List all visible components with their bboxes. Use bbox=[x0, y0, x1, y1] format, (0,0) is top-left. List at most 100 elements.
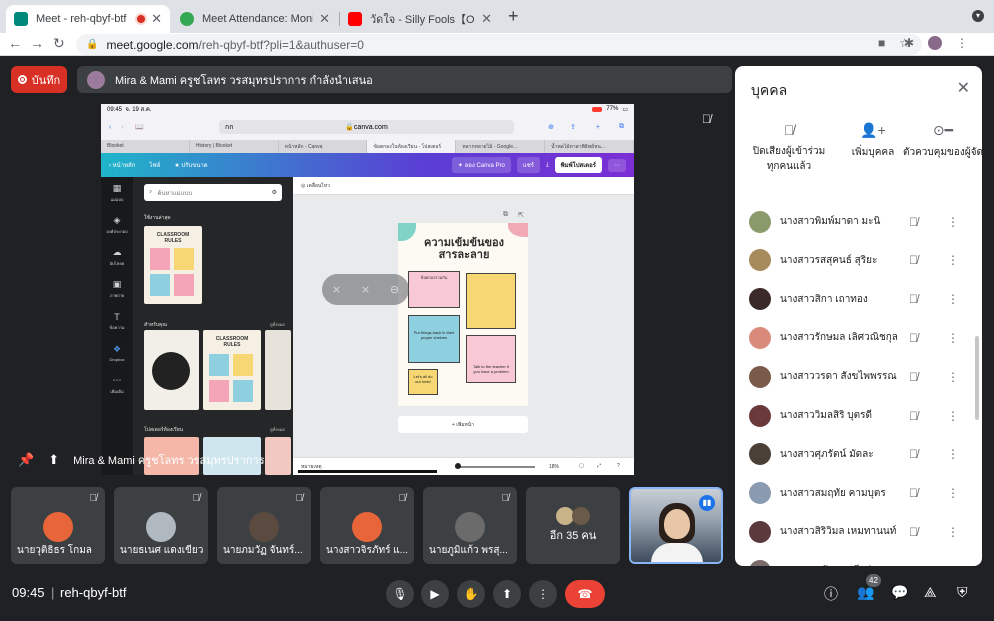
canva-resize-menu[interactable]: ★ ปรับขนาด bbox=[174, 160, 207, 170]
safari-tab[interactable]: Blooket bbox=[101, 140, 190, 153]
poster-title[interactable]: ความเข้มข้นของสารละลาย bbox=[416, 237, 512, 261]
participant-tile[interactable]: 🎙̸ นางสาวจิรภัทร์ แ... bbox=[320, 487, 414, 564]
new-tab-icon[interactable]: + bbox=[508, 6, 519, 27]
participant-tile[interactable]: 🎙̸ นายธเนศ แดงเขียว bbox=[114, 487, 208, 564]
reader-aa[interactable]: กก bbox=[225, 122, 233, 133]
add-page-button[interactable]: + เพิ่มหน้า bbox=[398, 416, 528, 433]
tabs-icon[interactable]: ⧉ bbox=[619, 123, 624, 131]
canva-share-button[interactable]: แชร์ bbox=[516, 157, 540, 173]
recording-badge[interactable]: บันทึก bbox=[11, 66, 67, 93]
close-icon[interactable]: ✕ bbox=[957, 78, 970, 98]
poster-box[interactable]: Talk to the teacher if you have a proble… bbox=[466, 335, 516, 383]
rail-dropbox[interactable]: ❖ Dropbox bbox=[101, 337, 133, 369]
participant-row[interactable]: นางสาววรดา สังขไพพรรณ 🎙̸ ⋮ bbox=[735, 357, 982, 396]
template-thumb[interactable] bbox=[144, 330, 199, 410]
forward-icon[interactable]: → bbox=[30, 35, 44, 51]
mic-off-icon[interactable]: 🎙̸ bbox=[909, 253, 918, 267]
forward-icon[interactable]: › bbox=[121, 124, 123, 131]
participant-row[interactable]: นางสาวสิกา เถาทอง 🎙̸ ⋮ bbox=[735, 280, 982, 319]
duplicate-page-icon[interactable]: ⧉ bbox=[503, 211, 508, 219]
canva-print-button[interactable]: พิมพ์โปสเตอร์ bbox=[554, 157, 602, 173]
reload-icon[interactable]: ↻ bbox=[53, 35, 65, 52]
camera-button[interactable]: ▶ bbox=[421, 580, 449, 608]
help-icon[interactable]: ? bbox=[617, 463, 620, 469]
mic-off-icon[interactable]: 🎙̸ bbox=[909, 409, 918, 423]
canva-download-icon[interactable]: ⤓ bbox=[546, 162, 549, 169]
mic-off-icon[interactable]: ⨯ bbox=[361, 283, 370, 296]
scrollbar[interactable] bbox=[975, 336, 979, 420]
more-options-icon[interactable]: ⊖ bbox=[390, 283, 399, 296]
present-button[interactable]: ⬆ bbox=[493, 580, 521, 608]
poster-box[interactable] bbox=[466, 273, 516, 329]
present-icon[interactable]: ⬆ bbox=[48, 452, 59, 468]
zoom-slider-knob[interactable] bbox=[455, 463, 461, 469]
fullscreen-icon[interactable]: ⤢ bbox=[597, 463, 601, 469]
pages-grid-icon[interactable]: ▢ bbox=[579, 463, 584, 469]
more-participants-tile[interactable]: อีก 35 คน bbox=[526, 487, 620, 564]
mic-off-icon[interactable]: 🎙̸ bbox=[909, 486, 918, 500]
mic-off-icon[interactable]: 🎙̸ bbox=[909, 292, 918, 306]
more-vert-icon[interactable]: ⋮ bbox=[947, 215, 959, 229]
camera-in-use-icon[interactable]: ■ bbox=[878, 36, 885, 50]
more-vert-icon[interactable]: ⋮ bbox=[947, 331, 959, 345]
template-thumb[interactable] bbox=[265, 330, 291, 410]
participant-row[interactable]: นางสาวรสสุคนธ์ สุริยะ 🎙̸ ⋮ bbox=[735, 241, 982, 280]
mic-off-icon[interactable]: 🎙̸ bbox=[909, 525, 918, 539]
template-search-input[interactable]: ⌕ ค้นหาแม่แบบ ⚙ bbox=[144, 184, 282, 201]
more-vert-icon[interactable]: ⋮ bbox=[947, 564, 959, 566]
chat-icon[interactable]: 💬 bbox=[891, 584, 908, 601]
tab-youtube[interactable]: วัดใจ - Silly Fools【OFFICIAL M ✕ bbox=[340, 5, 500, 33]
mic-off-icon[interactable]: 🎙̸ bbox=[909, 447, 918, 461]
tab-search-icon[interactable]: ▾ bbox=[972, 10, 984, 22]
canva-home-link[interactable]: ‹ หน้าหลัก bbox=[109, 160, 135, 170]
leave-call-button[interactable]: ☎ bbox=[565, 580, 605, 608]
mic-off-icon[interactable]: 🎙̸ bbox=[909, 370, 918, 384]
rail-text[interactable]: T ข้อความ bbox=[101, 305, 133, 337]
share-icon[interactable]: ⇪ bbox=[570, 123, 576, 131]
activities-icon[interactable]: ⟁ bbox=[924, 584, 937, 601]
download-icon[interactable]: ⊕ bbox=[548, 123, 554, 131]
mic-button[interactable]: 🎙 bbox=[386, 580, 414, 608]
mic-off-icon[interactable]: 🎙̸ bbox=[909, 215, 918, 229]
more-vert-icon[interactable]: ⋮ bbox=[947, 370, 959, 384]
more-vert-icon[interactable]: ⋮ bbox=[947, 447, 959, 461]
rail-elements[interactable]: ◈ องค์ประกอบ bbox=[101, 209, 133, 241]
people-icon[interactable]: 👥 bbox=[857, 584, 874, 601]
poster-box[interactable]: Let's all do our best! bbox=[408, 369, 438, 395]
new-tab-icon[interactable]: + bbox=[596, 124, 600, 131]
back-icon[interactable]: ← bbox=[8, 35, 22, 51]
browser-menu-icon[interactable]: ⋮ bbox=[956, 36, 968, 50]
participant-tile[interactable]: 🎙̸ นายวุติธิธร โกมล bbox=[11, 487, 105, 564]
pin-icon[interactable]: 📌 bbox=[18, 452, 34, 468]
raise-hand-button[interactable]: ✋ bbox=[457, 580, 485, 608]
add-people-button[interactable]: 👤+ เพิ่มบุคคล bbox=[833, 122, 913, 160]
see-all-link[interactable]: ดูทั้งหมด bbox=[270, 321, 285, 328]
host-controls-button[interactable]: ⊙━ ตัวควบคุมของผู้จัด bbox=[903, 122, 982, 160]
safari-tab[interactable]: ข้อตกลงในห้องเรียน - โปสเตอร์ bbox=[367, 140, 457, 153]
tab-meet[interactable]: Meet - reh-qbyf-btf ✕ bbox=[6, 5, 170, 33]
participant-tile[interactable]: 🎙̸ นายภูมิแก้ว พรสุ... bbox=[423, 487, 517, 564]
canva-more-icon[interactable]: ⋯ bbox=[608, 158, 626, 172]
self-video-tile[interactable]: ▮▮ bbox=[629, 487, 723, 564]
mic-off-icon[interactable]: 🎙̸ bbox=[909, 331, 918, 345]
canva-pro-button[interactable]: ✦ ลอง Canva Pro bbox=[451, 157, 511, 173]
host-controls-icon[interactable]: ⛨ bbox=[957, 584, 968, 601]
extensions-icon[interactable]: ✱ bbox=[904, 36, 914, 50]
safari-tab[interactable]: หน้าหลัก - Canva bbox=[279, 140, 368, 153]
participant-row[interactable]: นางสาวรักษมล เลิศวณิชกุล 🎙̸ ⋮ bbox=[735, 318, 982, 357]
more-vert-icon[interactable]: ⋮ bbox=[947, 486, 959, 500]
rail-uploads[interactable]: ☁ อัปโหลด bbox=[101, 241, 133, 273]
participant-row[interactable]: นางสาวสิริวิมล เหมทานนท์ 🎙̸ ⋮ bbox=[735, 512, 982, 551]
tab-attendance[interactable]: Meet Attendance: Monitor ✕ bbox=[172, 5, 338, 33]
template-thumb[interactable] bbox=[265, 437, 291, 475]
profile-avatar[interactable] bbox=[928, 36, 942, 50]
recent-template-thumb[interactable]: CLASSROOM RULES bbox=[144, 226, 202, 304]
more-vert-icon[interactable]: ⋮ bbox=[947, 253, 959, 267]
close-tab-icon[interactable]: ✕ bbox=[319, 11, 330, 27]
close-tab-icon[interactable]: ✕ bbox=[481, 11, 492, 27]
rail-more[interactable]: ⋯ เพิ่มเติม bbox=[101, 369, 133, 401]
more-vert-icon[interactable]: ⋮ bbox=[947, 292, 959, 306]
safari-tab[interactable]: History | Blooket bbox=[190, 140, 279, 153]
safari-url-field[interactable]: กก 🔒 canva.com bbox=[219, 120, 514, 134]
poster-box[interactable]: Put things back in their proper shelves bbox=[408, 315, 460, 363]
